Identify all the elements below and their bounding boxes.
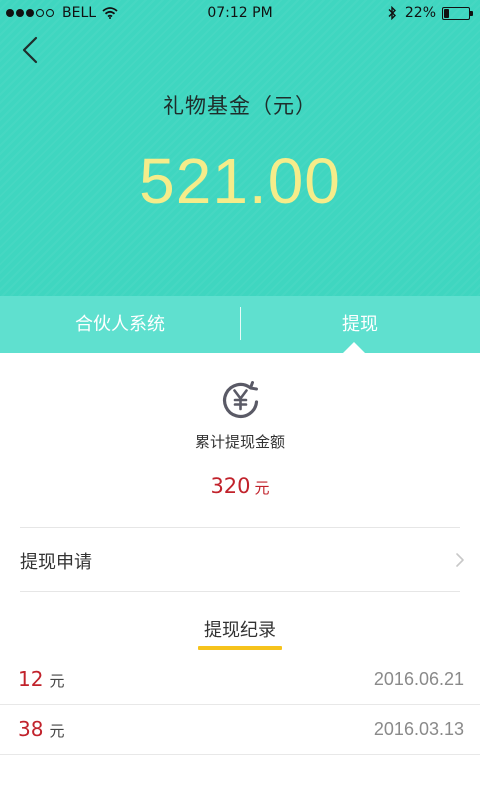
withdraw-apply-label: 提现申请 (20, 552, 92, 573)
record-date: 2016.06.21 (373, 669, 464, 689)
total-withdrawn-unit: 元 (254, 479, 270, 497)
record-amount-number: 38 (18, 717, 44, 741)
status-bar-right: 22% (387, 5, 473, 21)
back-button[interactable] (16, 30, 48, 70)
battery-icon (442, 6, 473, 20)
record-amount-unit: 元 (49, 672, 65, 690)
header-panel: BELL 07:12 PM 22% 礼物基金（元） 521.00 (0, 0, 480, 296)
tab-partner-system[interactable]: 合伙人系统 (0, 296, 240, 353)
record-date: 2016.03.13 (373, 719, 464, 739)
record-amount-unit: 元 (49, 722, 65, 740)
chevron-left-icon (22, 36, 38, 64)
records-title-underline (198, 646, 282, 650)
page-title: 礼物基金（元） (163, 94, 317, 118)
total-withdrawn-value: 320 元 (0, 474, 480, 498)
record-row: 12 元 2016.06.21 (0, 655, 480, 705)
tab-bar: 合伙人系统 提现 (0, 296, 480, 353)
battery-percent: 22% (404, 5, 436, 21)
withdraw-apply-row[interactable]: 提现申请 (0, 528, 480, 591)
divider (20, 591, 460, 592)
yen-cycle-icon (222, 381, 259, 419)
withdraw-records-title: 提现纪录 (204, 620, 276, 641)
bluetooth-icon (388, 6, 396, 20)
record-row: 38 元 2016.03.13 (0, 705, 480, 755)
chevron-right-icon (456, 553, 464, 567)
status-bar: BELL 07:12 PM 22% (0, 0, 480, 28)
row-divider (0, 754, 480, 755)
record-amount: 12 元 (18, 667, 64, 691)
fund-amount: 521.00 (139, 145, 341, 217)
record-amount-number: 12 (18, 667, 44, 691)
total-withdrawn-number: 320 (210, 474, 251, 498)
active-tab-indicator (343, 342, 365, 353)
total-withdrawn-label: 累计提现金额 (194, 433, 285, 451)
record-amount: 38 元 (18, 717, 64, 741)
